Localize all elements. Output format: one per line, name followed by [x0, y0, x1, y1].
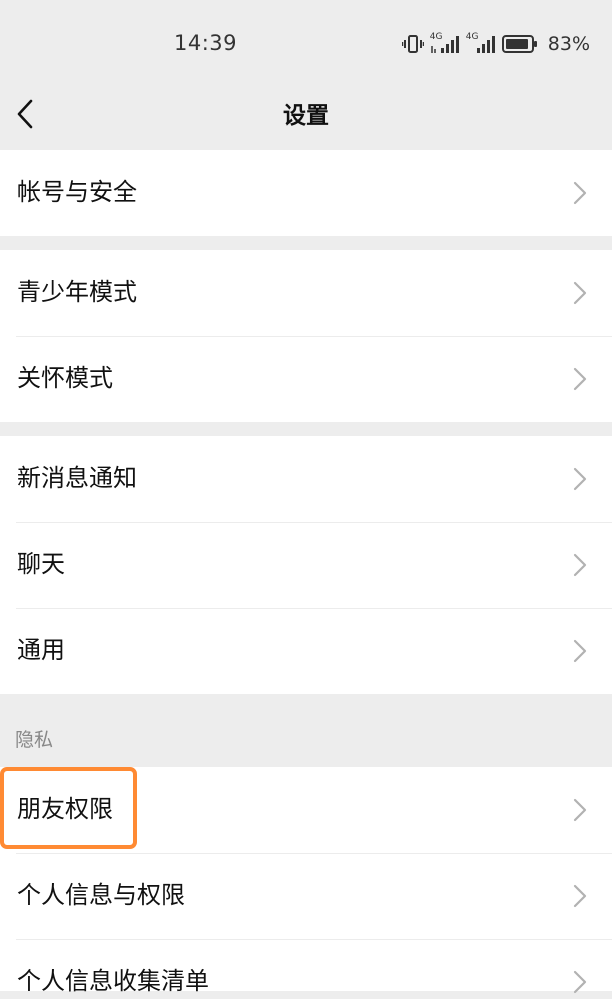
signal-4g-icon: 4G [430, 32, 460, 54]
section-header-label: 隐私 [15, 729, 54, 751]
chevron-right-icon [573, 639, 587, 663]
settings-item-label: 朋友权限 [17, 795, 113, 823]
chevron-right-icon [573, 884, 587, 908]
chevron-right-icon [573, 553, 587, 577]
battery-icon [501, 34, 538, 54]
settings-item-label: 个人信息收集清单 [17, 967, 209, 995]
settings-item-account-security[interactable]: 帐号与安全 [0, 150, 612, 236]
settings-item-label: 关怀模式 [17, 364, 113, 392]
vibrate-icon [401, 34, 424, 54]
settings-item-label: 帐号与安全 [17, 178, 137, 206]
nav-bar: 设置 [0, 90, 612, 150]
settings-item-chat[interactable]: 聊天 [0, 522, 612, 608]
settings-group-general: 新消息通知 聊天 通用 [0, 436, 612, 694]
chevron-right-icon [573, 181, 587, 205]
settings-group-privacy: 朋友权限 个人信息与权限 个人信息收集清单 [0, 767, 612, 995]
settings-item-label: 通用 [17, 636, 65, 664]
status-bar: 14:39 4G 4G 83% [0, 0, 612, 90]
settings-item-label: 聊天 [17, 550, 65, 578]
settings-group-modes: 青少年模式 关怀模式 [0, 250, 612, 422]
signal-4g-icon: 4G [466, 32, 496, 54]
chevron-right-icon [573, 367, 587, 391]
chevron-right-icon [573, 970, 587, 994]
status-time: 14:39 [174, 31, 238, 55]
chevron-right-icon [573, 467, 587, 491]
settings-item-label: 新消息通知 [17, 464, 137, 492]
chevron-right-icon [573, 281, 587, 305]
settings-item-care-mode[interactable]: 关怀模式 [0, 336, 612, 422]
privacy-section-header: 隐私 [0, 696, 612, 766]
settings-item-personal-info-collection[interactable]: 个人信息收集清单 [0, 939, 612, 995]
settings-item-notifications[interactable]: 新消息通知 [0, 436, 612, 522]
battery-percentage: 83% [547, 33, 590, 55]
chevron-right-icon [573, 798, 587, 822]
settings-item-general[interactable]: 通用 [0, 608, 612, 694]
status-icons: 4G 4G 83% [401, 32, 590, 55]
settings-item-friend-permissions[interactable]: 朋友权限 [0, 767, 612, 853]
settings-item-teen-mode[interactable]: 青少年模式 [0, 250, 612, 336]
page-title: 设置 [283, 103, 329, 129]
settings-group-account: 帐号与安全 [0, 150, 612, 236]
settings-item-personal-info-permissions[interactable]: 个人信息与权限 [0, 853, 612, 939]
settings-item-label: 青少年模式 [17, 278, 137, 306]
settings-item-label: 个人信息与权限 [17, 881, 185, 909]
